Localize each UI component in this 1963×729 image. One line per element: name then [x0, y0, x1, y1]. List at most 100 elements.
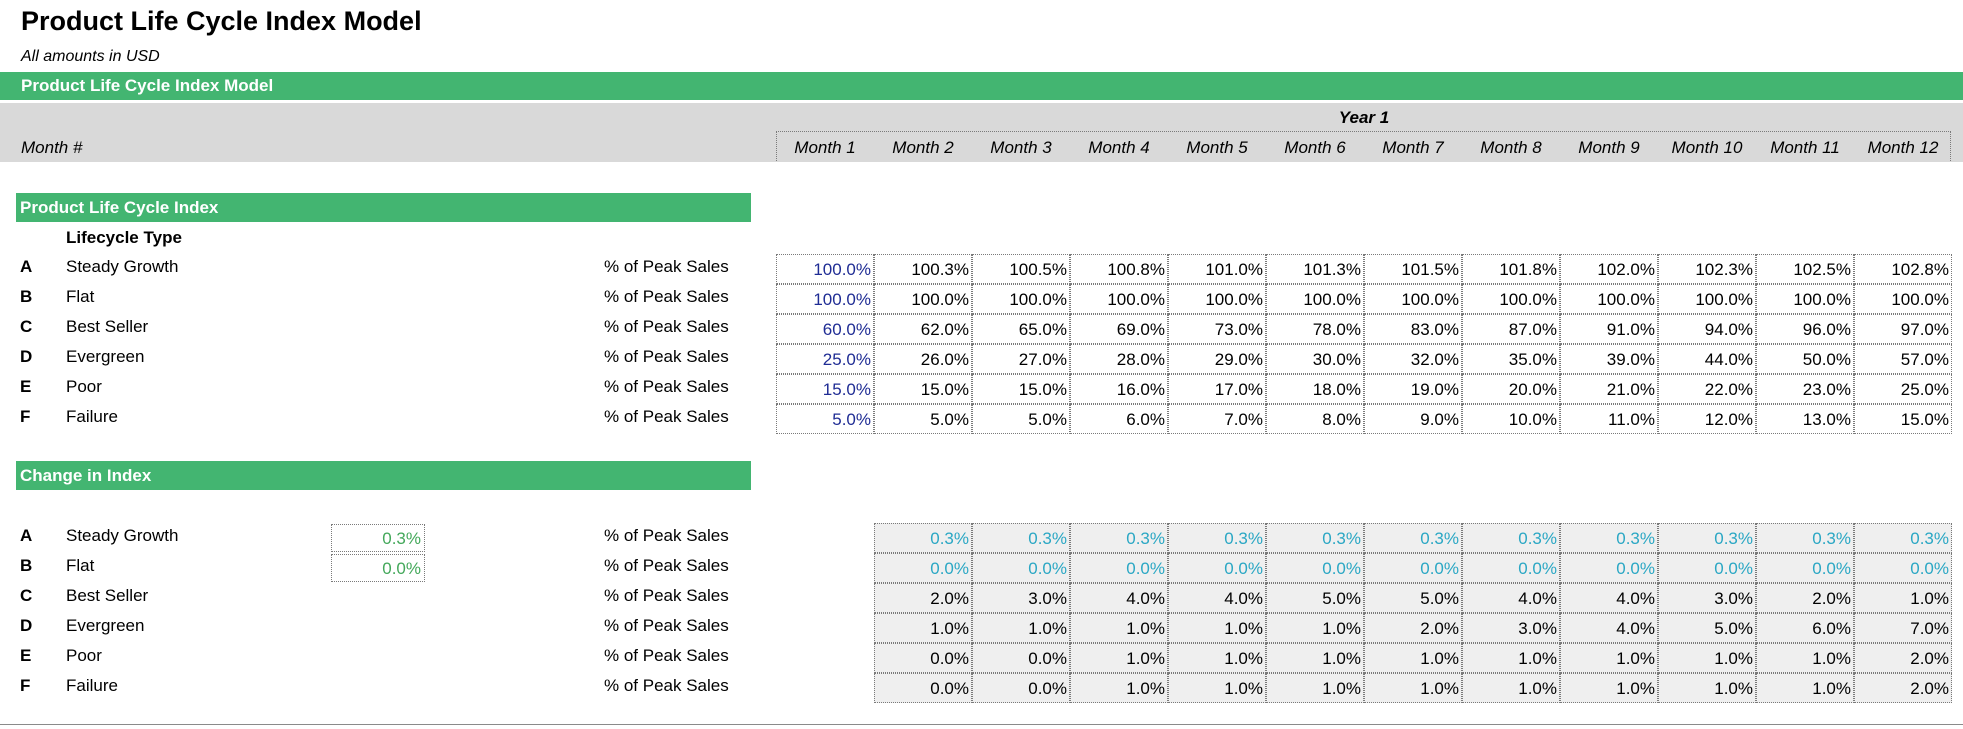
change-value-cell[interactable]: 1.0%: [1266, 673, 1364, 703]
index-value-cell[interactable]: 22.0%: [1658, 374, 1756, 404]
change-value-cell[interactable]: 1.0%: [972, 613, 1070, 643]
index-value-cell[interactable]: 28.0%: [1070, 344, 1168, 374]
change-value-cell[interactable]: 0.0%: [972, 643, 1070, 673]
change-value-cell[interactable]: 0.0%: [1364, 553, 1462, 583]
index-value-cell[interactable]: 10.0%: [1462, 404, 1560, 434]
change-value-cell[interactable]: 0.0%: [1462, 553, 1560, 583]
change-value-cell[interactable]: 0.3%: [1756, 523, 1854, 553]
change-value-cell[interactable]: 5.0%: [1658, 613, 1756, 643]
index-value-cell[interactable]: 7.0%: [1168, 404, 1266, 434]
change-value-cell[interactable]: 0.3%: [1462, 523, 1560, 553]
change-value-cell[interactable]: 1.0%: [1756, 673, 1854, 703]
index-value-cell[interactable]: 62.0%: [874, 314, 972, 344]
change-value-cell[interactable]: 0.0%: [1266, 553, 1364, 583]
change-value-cell[interactable]: 1.0%: [1658, 643, 1756, 673]
index-value-cell[interactable]: 100.0%: [1266, 284, 1364, 314]
index-value-cell[interactable]: 101.5%: [1364, 254, 1462, 284]
index-value-cell[interactable]: 101.0%: [1168, 254, 1266, 284]
change-value-cell[interactable]: 0.3%: [874, 523, 972, 553]
index-value-cell[interactable]: 100.0%: [1658, 284, 1756, 314]
index-value-cell[interactable]: 65.0%: [972, 314, 1070, 344]
index-input-cell[interactable]: 15.0%: [776, 374, 874, 404]
index-value-cell[interactable]: 25.0%: [1854, 374, 1952, 404]
change-value-cell[interactable]: 0.0%: [1560, 553, 1658, 583]
index-value-cell[interactable]: 100.8%: [1070, 254, 1168, 284]
change-value-cell[interactable]: 1.0%: [1462, 673, 1560, 703]
index-input-cell[interactable]: 100.0%: [776, 284, 874, 314]
index-value-cell[interactable]: 83.0%: [1364, 314, 1462, 344]
index-value-cell[interactable]: 30.0%: [1266, 344, 1364, 374]
index-value-cell[interactable]: 100.0%: [1462, 284, 1560, 314]
change-value-cell[interactable]: 2.0%: [1854, 673, 1952, 703]
change-value-cell[interactable]: 1.0%: [1854, 583, 1952, 613]
change-value-cell[interactable]: 4.0%: [1560, 613, 1658, 643]
change-value-cell[interactable]: 0.3%: [972, 523, 1070, 553]
change-value-cell[interactable]: 3.0%: [1658, 583, 1756, 613]
change-value-cell[interactable]: 3.0%: [972, 583, 1070, 613]
change-value-cell[interactable]: 1.0%: [874, 613, 972, 643]
index-value-cell[interactable]: 18.0%: [1266, 374, 1364, 404]
change-value-cell[interactable]: 1.0%: [1070, 673, 1168, 703]
index-value-cell[interactable]: 13.0%: [1756, 404, 1854, 434]
index-input-cell[interactable]: 100.0%: [776, 254, 874, 284]
change-value-cell[interactable]: 4.0%: [1462, 583, 1560, 613]
change-value-cell[interactable]: 1.0%: [1168, 673, 1266, 703]
index-value-cell[interactable]: 26.0%: [874, 344, 972, 374]
change-value-cell[interactable]: 6.0%: [1756, 613, 1854, 643]
change-value-cell[interactable]: 2.0%: [1364, 613, 1462, 643]
index-value-cell[interactable]: 15.0%: [972, 374, 1070, 404]
change-value-cell[interactable]: 4.0%: [1168, 583, 1266, 613]
change-value-cell[interactable]: 4.0%: [1560, 583, 1658, 613]
index-value-cell[interactable]: 15.0%: [874, 374, 972, 404]
index-value-cell[interactable]: 102.5%: [1756, 254, 1854, 284]
change-value-cell[interactable]: 5.0%: [1364, 583, 1462, 613]
index-value-cell[interactable]: 6.0%: [1070, 404, 1168, 434]
index-value-cell[interactable]: 100.0%: [874, 284, 972, 314]
change-value-cell[interactable]: 0.3%: [1658, 523, 1756, 553]
change-value-cell[interactable]: 3.0%: [1462, 613, 1560, 643]
index-value-cell[interactable]: 102.8%: [1854, 254, 1952, 284]
index-value-cell[interactable]: 44.0%: [1658, 344, 1756, 374]
change-value-cell[interactable]: 1.0%: [1070, 613, 1168, 643]
change-value-cell[interactable]: 1.0%: [1658, 673, 1756, 703]
index-value-cell[interactable]: 27.0%: [972, 344, 1070, 374]
change-value-cell[interactable]: 0.3%: [1560, 523, 1658, 553]
change-value-cell[interactable]: 0.0%: [1658, 553, 1756, 583]
change-value-cell[interactable]: 1.0%: [1756, 643, 1854, 673]
index-value-cell[interactable]: 101.3%: [1266, 254, 1364, 284]
index-value-cell[interactable]: 102.3%: [1658, 254, 1756, 284]
index-value-cell[interactable]: 5.0%: [874, 404, 972, 434]
change-value-cell[interactable]: 1.0%: [1364, 643, 1462, 673]
index-value-cell[interactable]: 9.0%: [1364, 404, 1462, 434]
change-value-cell[interactable]: 0.3%: [1168, 523, 1266, 553]
change-value-cell[interactable]: 1.0%: [1266, 613, 1364, 643]
index-value-cell[interactable]: 100.3%: [874, 254, 972, 284]
change-value-cell[interactable]: 0.0%: [1070, 553, 1168, 583]
index-value-cell[interactable]: 32.0%: [1364, 344, 1462, 374]
index-value-cell[interactable]: 100.0%: [1560, 284, 1658, 314]
index-value-cell[interactable]: 87.0%: [1462, 314, 1560, 344]
change-value-cell[interactable]: 7.0%: [1854, 613, 1952, 643]
change-value-cell[interactable]: 1.0%: [1070, 643, 1168, 673]
index-value-cell[interactable]: 100.0%: [1756, 284, 1854, 314]
index-value-cell[interactable]: 17.0%: [1168, 374, 1266, 404]
change-value-cell[interactable]: 0.3%: [1854, 523, 1952, 553]
monthly-change-driver-input[interactable]: 0.0%: [331, 554, 425, 582]
change-value-cell[interactable]: 1.0%: [1168, 613, 1266, 643]
index-input-cell[interactable]: 5.0%: [776, 404, 874, 434]
change-value-cell[interactable]: 0.0%: [1168, 553, 1266, 583]
change-value-cell[interactable]: 2.0%: [874, 583, 972, 613]
index-value-cell[interactable]: 21.0%: [1560, 374, 1658, 404]
index-value-cell[interactable]: 8.0%: [1266, 404, 1364, 434]
index-value-cell[interactable]: 100.5%: [972, 254, 1070, 284]
index-value-cell[interactable]: 69.0%: [1070, 314, 1168, 344]
change-value-cell[interactable]: 1.0%: [1364, 673, 1462, 703]
index-value-cell[interactable]: 101.8%: [1462, 254, 1560, 284]
index-value-cell[interactable]: 15.0%: [1854, 404, 1952, 434]
index-input-cell[interactable]: 25.0%: [776, 344, 874, 374]
change-value-cell[interactable]: 0.0%: [874, 553, 972, 583]
change-value-cell[interactable]: 0.3%: [1364, 523, 1462, 553]
index-value-cell[interactable]: 73.0%: [1168, 314, 1266, 344]
index-value-cell[interactable]: 23.0%: [1756, 374, 1854, 404]
change-value-cell[interactable]: 0.0%: [874, 673, 972, 703]
